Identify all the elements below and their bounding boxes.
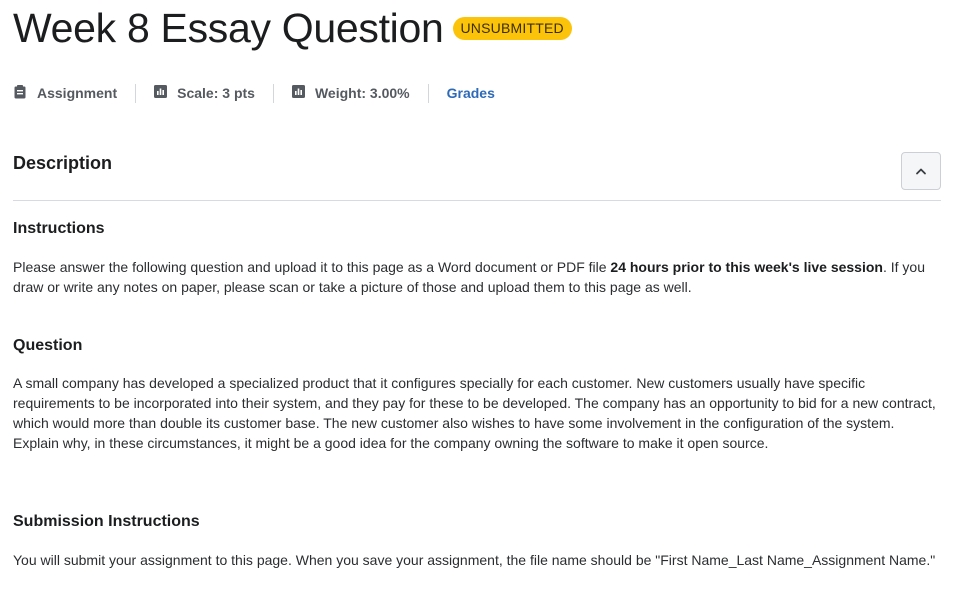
grades-link[interactable]: Grades bbox=[447, 85, 495, 101]
meta-weight-label: Weight: 3.00% bbox=[314, 85, 410, 101]
meta-scale-label: Scale: 3 pts bbox=[177, 85, 255, 101]
meta-divider bbox=[135, 83, 137, 103]
assignment-meta: Assignment Scale: 3 pts Weight: 3.00% Gr… bbox=[13, 83, 495, 103]
meta-scale: Scale: 3 pts bbox=[154, 85, 255, 101]
meta-weight: Weight: 3.00% bbox=[291, 85, 410, 101]
instructions-text: Please answer the following question and… bbox=[13, 257, 943, 297]
collapse-description-button[interactable] bbox=[901, 152, 941, 190]
chevron-up-icon bbox=[915, 162, 927, 180]
page-title: Week 8 Essay Question bbox=[13, 5, 444, 51]
meta-type: Assignment bbox=[13, 84, 118, 102]
submission-heading: Submission Instructions bbox=[13, 513, 200, 530]
bar-chart-icon bbox=[154, 85, 177, 101]
instructions-deadline: 24 hours prior to this week's live sessi… bbox=[610, 259, 883, 275]
question-heading: Question bbox=[13, 337, 83, 354]
meta-divider bbox=[427, 83, 429, 103]
description-title: Description bbox=[13, 153, 113, 173]
meta-divider bbox=[272, 83, 274, 103]
instructions-heading: Instructions bbox=[13, 220, 105, 237]
title-row: Week 8 Essay Question UNSUBMITTED bbox=[13, 6, 572, 50]
description-header: Description bbox=[13, 150, 941, 201]
instructions-text-start: Please answer the following question and… bbox=[13, 259, 611, 275]
submission-text: You will submit your assignment to this … bbox=[13, 552, 936, 568]
clipboard-icon bbox=[13, 84, 37, 102]
bar-chart-icon bbox=[291, 85, 315, 101]
meta-type-label: Assignment bbox=[37, 85, 118, 101]
question-text: A small company has developed a speciali… bbox=[13, 375, 936, 451]
status-badge: UNSUBMITTED bbox=[452, 16, 572, 40]
